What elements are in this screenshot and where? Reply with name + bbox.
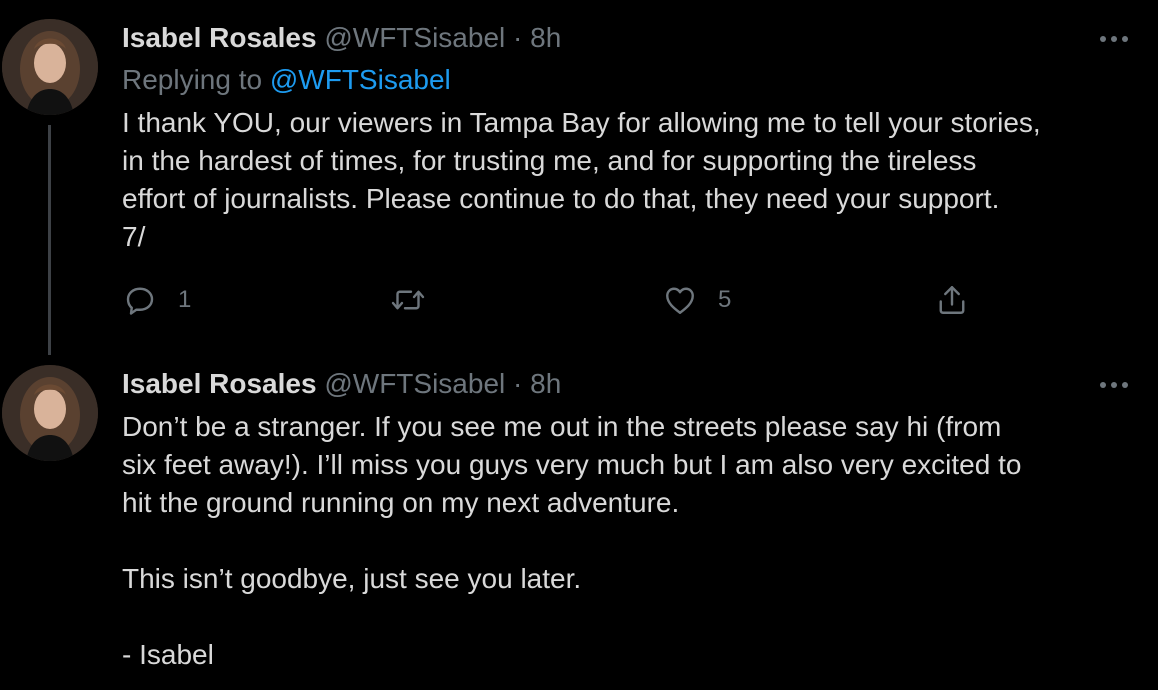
tweet-text: I thank YOU, our viewers in Tampa Bay fo…	[122, 104, 1118, 256]
more-options-button[interactable]	[1098, 32, 1130, 44]
reply-count: 1	[178, 286, 192, 313]
tweet[interactable]: Isabel Rosales @WFTSisabel · 8h Replying…	[0, 0, 1158, 360]
tweet-text-line: I thank YOU, our viewers in Tampa Bay fo…	[122, 107, 1041, 138]
tweet-text-line: 7/	[122, 221, 146, 252]
tweet-text-line: This isn’t goodbye, just see you later.	[122, 563, 582, 594]
tweet-header: Isabel Rosales @WFTSisabel · 8h	[122, 20, 1098, 56]
avatar[interactable]	[2, 19, 98, 115]
share-button[interactable]	[934, 280, 970, 320]
replying-to-label: Replying to	[122, 64, 263, 95]
more-options-button[interactable]	[1098, 378, 1130, 390]
replying-to-mention-link[interactable]: @WFTSisabel	[270, 64, 451, 95]
author-name[interactable]: Isabel Rosales	[122, 22, 317, 53]
tweet-actions: 1 5	[122, 280, 1022, 320]
replying-to: Replying to @WFTSisabel	[122, 62, 451, 98]
tweet-text-line: Don’t be a stranger. If you see me out i…	[122, 411, 1002, 442]
tweet[interactable]: Isabel Rosales @WFTSisabel · 8h Don’t be…	[0, 362, 1158, 690]
timestamp[interactable]: 8h	[530, 22, 561, 53]
avatar-portrait-image	[2, 365, 98, 461]
author-handle[interactable]: @WFTSisabel	[324, 368, 505, 399]
tweet-text-line: hit the ground running on my next advent…	[122, 487, 680, 518]
tweet-text-line: in the hardest of times, for trusting me…	[122, 145, 977, 176]
tweet-text: Don’t be a stranger. If you see me out i…	[122, 408, 1118, 674]
tweet-header: Isabel Rosales @WFTSisabel · 8h	[122, 366, 1098, 402]
heart-icon	[666, 287, 694, 314]
separator-dot: ·	[513, 368, 523, 399]
author-name[interactable]: Isabel Rosales	[122, 368, 317, 399]
retweet-button[interactable]	[390, 280, 446, 320]
like-button[interactable]: 5	[662, 280, 731, 320]
more-icon	[1100, 382, 1128, 388]
tweet-text-line: - Isabel	[122, 639, 214, 670]
reply-button[interactable]: 1	[122, 280, 191, 320]
timestamp[interactable]: 8h	[530, 368, 561, 399]
avatar-portrait-image	[2, 19, 98, 115]
avatar[interactable]	[2, 365, 98, 461]
reply-icon	[126, 287, 154, 315]
thread-connector-line	[48, 125, 51, 355]
share-icon	[939, 286, 965, 314]
separator-dot: ·	[513, 22, 523, 53]
retweet-icon	[391, 290, 425, 310]
like-count: 5	[718, 286, 732, 313]
author-handle[interactable]: @WFTSisabel	[324, 22, 505, 53]
tweet-text-line: six feet away!). I’ll miss you guys very…	[122, 449, 1022, 480]
tweet-text-line: effort of journalists. Please continue t…	[122, 183, 1000, 214]
more-icon	[1100, 36, 1128, 42]
